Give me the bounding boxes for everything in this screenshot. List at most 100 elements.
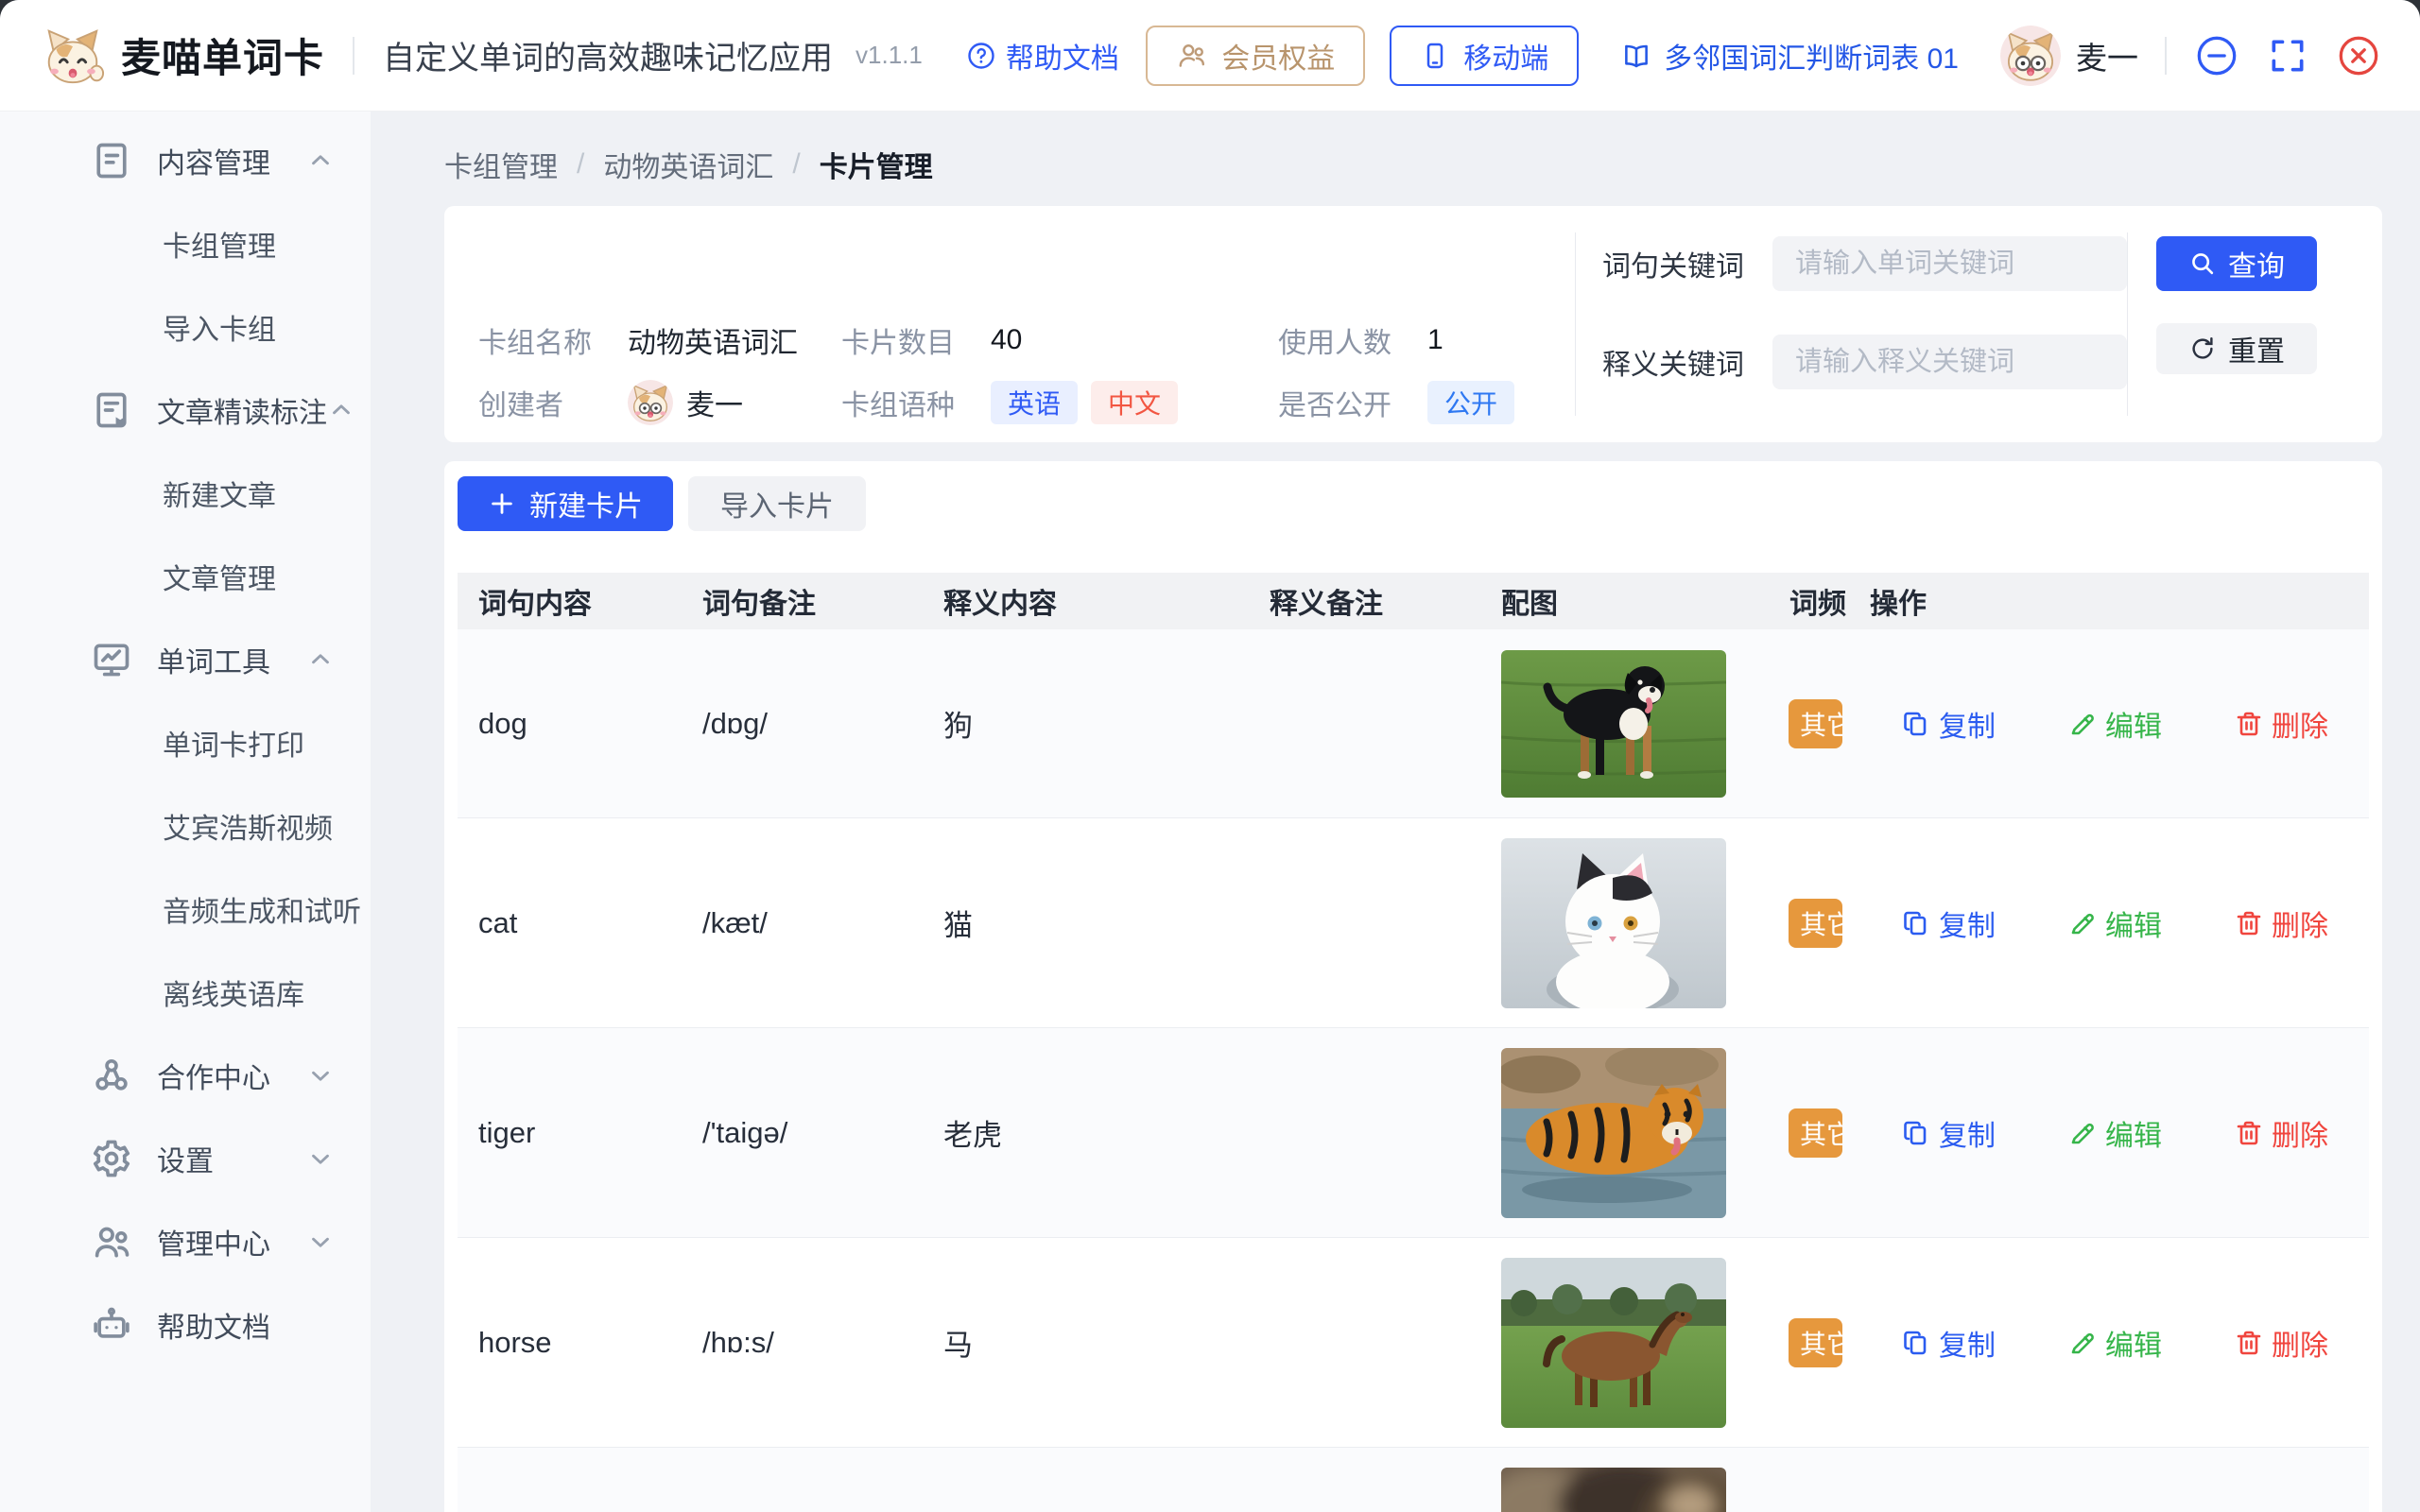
cell-frequency: 其它 bbox=[1769, 1108, 1849, 1158]
import-card-button[interactable]: 导入卡片 bbox=[688, 476, 866, 531]
phone-icon bbox=[1420, 41, 1450, 71]
member-benefits-button[interactable]: 会员权益 bbox=[1146, 26, 1365, 86]
document-icon bbox=[91, 140, 132, 181]
users-count-label: 使用人数 bbox=[1278, 319, 1427, 361]
chevron-up-icon bbox=[327, 396, 355, 424]
cell-actions: 复制 编辑 删除 bbox=[1849, 1322, 2369, 1364]
edit-button[interactable]: 编辑 bbox=[2067, 1112, 2162, 1154]
copy-button[interactable]: 复制 bbox=[1901, 902, 1996, 944]
chevron-up-icon bbox=[306, 146, 335, 175]
copy-button[interactable]: 复制 bbox=[1901, 703, 1996, 745]
sidebar-item-users[interactable]: 管理中心 bbox=[0, 1200, 371, 1283]
question-circle-icon bbox=[966, 41, 996, 71]
edit-button[interactable]: 编辑 bbox=[2067, 1322, 2162, 1364]
cell-image bbox=[1480, 838, 1769, 1008]
breadcrumb: 卡组管理 / 动物英语词汇 / 卡片管理 bbox=[444, 144, 2382, 185]
user-avatar bbox=[2000, 26, 2061, 86]
sidebar-subitem[interactable]: 单词卡打印 bbox=[0, 701, 371, 784]
word-keyword-label: 词句关键词 bbox=[1602, 243, 1772, 284]
minimize-button[interactable] bbox=[2195, 34, 2238, 77]
cell-word-note: /hɒ:s/ bbox=[682, 1326, 923, 1360]
app-version: v1.1.1 bbox=[856, 41, 923, 70]
table-row: cat/kæt/猫 其它复制编辑删除 bbox=[458, 818, 2369, 1028]
breadcrumb-deck-management[interactable]: 卡组管理 bbox=[444, 144, 558, 185]
table-header: 词句内容 词句备注 释义内容 释义备注 配图 词频 操作 bbox=[458, 573, 2369, 629]
user-menu[interactable]: 麦一 bbox=[2000, 26, 2138, 86]
chevron-down-icon bbox=[306, 1061, 335, 1090]
cell-frequency: 其它 bbox=[1769, 899, 1849, 948]
copy-button[interactable]: 复制 bbox=[1901, 1322, 1996, 1364]
sidebar-item-label: 合作中心 bbox=[157, 1055, 270, 1096]
table-row: 其它复制编辑删除 bbox=[458, 1448, 2369, 1512]
dog-photo bbox=[1501, 650, 1726, 798]
close-button[interactable] bbox=[2337, 34, 2380, 77]
deck-name-value: 动物英语词汇 bbox=[628, 319, 798, 361]
frequency-tag: 其它 bbox=[1789, 899, 1842, 948]
robot-icon bbox=[91, 1304, 132, 1346]
main-content: 卡组管理 / 动物英语词汇 / 卡片管理 卡组名称 动物英语词汇 创建者 bbox=[371, 112, 2420, 1512]
query-button[interactable]: 查询 bbox=[2156, 236, 2317, 291]
meaning-keyword-label: 释义关键词 bbox=[1602, 341, 1772, 383]
col-meaning-note: 释义备注 bbox=[1249, 580, 1480, 622]
sidebar-item-label: 帮助文档 bbox=[157, 1304, 270, 1346]
sidebar-item-gear[interactable]: 设置 bbox=[0, 1117, 371, 1200]
cell-word: dog bbox=[458, 707, 682, 741]
col-frequency: 词频 bbox=[1769, 580, 1849, 622]
table-toolbar: 新建卡片 导入卡片 bbox=[458, 476, 2369, 531]
meaning-keyword-input[interactable] bbox=[1772, 335, 2127, 389]
copy-icon bbox=[1901, 1118, 1931, 1148]
delete-button[interactable]: 删除 bbox=[2234, 703, 2328, 745]
trash-icon bbox=[2234, 1328, 2264, 1358]
wordlist-link[interactable]: 多邻国词汇判断词表 01 bbox=[1620, 35, 1959, 77]
chevron-down-icon bbox=[306, 1228, 335, 1256]
cell-word-note: /dɒg/ bbox=[682, 707, 923, 741]
fullscreen-button[interactable] bbox=[2267, 35, 2308, 77]
sidebar-subitem[interactable]: 音频生成和试听 bbox=[0, 868, 371, 951]
reset-button[interactable]: 重置 bbox=[2156, 323, 2317, 374]
sidebar-item-monitor[interactable]: 单词工具 bbox=[0, 618, 371, 701]
public-label: 是否公开 bbox=[1278, 382, 1427, 423]
language-label: 卡组语种 bbox=[841, 382, 991, 423]
edit-button[interactable]: 编辑 bbox=[2067, 902, 2162, 944]
sidebar-subitem[interactable]: 卡组管理 bbox=[0, 202, 371, 285]
edit-icon bbox=[2067, 709, 2098, 739]
sidebar-item-document[interactable]: 内容管理 bbox=[0, 119, 371, 202]
delete-button[interactable]: 删除 bbox=[2234, 902, 2328, 944]
chevron-up-icon bbox=[306, 645, 335, 674]
public-tag: 公开 bbox=[1427, 381, 1514, 424]
sidebar-subitem[interactable]: 艾宾浩斯视频 bbox=[0, 784, 371, 868]
word-keyword-input[interactable] bbox=[1772, 236, 2127, 291]
sidebar-subitem[interactable]: 新建文章 bbox=[0, 452, 371, 535]
sidebar-subitem[interactable]: 文章管理 bbox=[0, 535, 371, 618]
article-icon bbox=[91, 389, 132, 431]
edit-icon bbox=[2067, 1328, 2098, 1358]
header-divider bbox=[2165, 37, 2167, 75]
help-doc-link[interactable]: 帮助文档 bbox=[966, 35, 1119, 77]
card-table-panel: 新建卡片 导入卡片 词句内容 词句备注 释义内容 释义备注 配图 词频 操作 bbox=[444, 461, 2382, 1512]
delete-button[interactable]: 删除 bbox=[2234, 1112, 2328, 1154]
sidebar-item-label: 内容管理 bbox=[157, 140, 270, 181]
table-row: tiger/'taigə/老虎 其它复制编辑删除 bbox=[458, 1028, 2369, 1238]
sidebar-item-label: 文章精读标注 bbox=[157, 389, 327, 431]
cards-table: 词句内容 词句备注 释义内容 释义备注 配图 词频 操作 dog/dɒg/狗 bbox=[458, 573, 2369, 1512]
cell-meaning: 猫 bbox=[923, 902, 1249, 944]
breadcrumb-deck-name[interactable]: 动物英语词汇 bbox=[603, 144, 773, 185]
new-card-button[interactable]: 新建卡片 bbox=[458, 476, 673, 531]
language-tag-english: 英语 bbox=[991, 381, 1078, 424]
edit-button[interactable]: 编辑 bbox=[2067, 703, 2162, 745]
sidebar-subitem[interactable]: 离线英语库 bbox=[0, 951, 371, 1034]
frequency-tag: 其它 bbox=[1789, 1108, 1842, 1158]
delete-button[interactable]: 删除 bbox=[2234, 1322, 2328, 1364]
sidebar-item-collab[interactable]: 合作中心 bbox=[0, 1034, 371, 1117]
sidebar-item-robot[interactable]: 帮助文档 bbox=[0, 1283, 371, 1366]
app-subtitle: 自定义单词的高效趣味记忆应用 bbox=[383, 32, 833, 78]
sidebar-item-article[interactable]: 文章精读标注 bbox=[0, 369, 371, 452]
sidebar-item-label: 管理中心 bbox=[157, 1221, 270, 1263]
deck-info: 卡组名称 动物英语词汇 创建者 麦一 bbox=[478, 206, 1575, 442]
chevron-down-icon bbox=[306, 1144, 335, 1173]
sidebar-subitem[interactable]: 导入卡组 bbox=[0, 285, 371, 369]
card-count-label: 卡片数目 bbox=[841, 319, 991, 361]
search-form: 词句关键词 释义关键词 bbox=[1602, 206, 2127, 442]
mobile-app-button[interactable]: 移动端 bbox=[1390, 26, 1579, 86]
copy-button[interactable]: 复制 bbox=[1901, 1112, 1996, 1154]
